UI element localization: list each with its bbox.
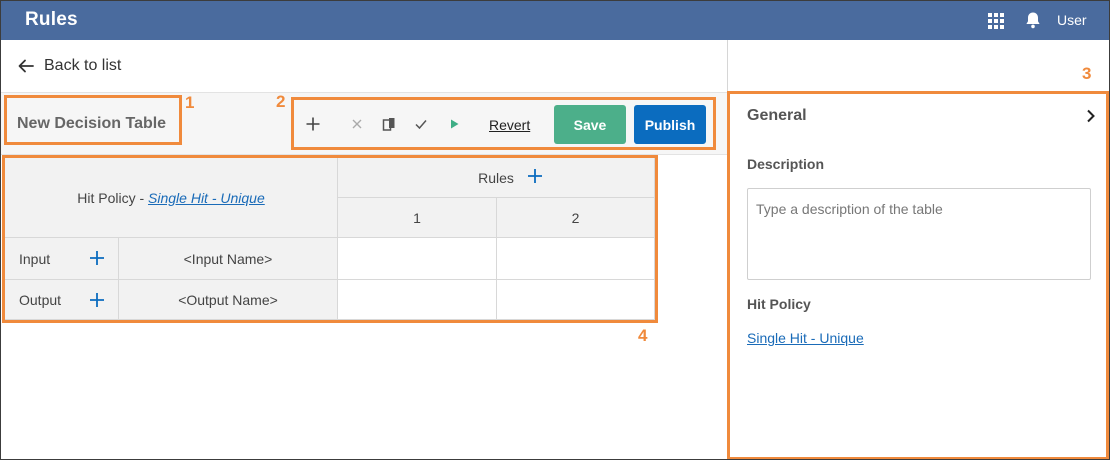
app-window: Rules User Back to list New Decision Tab…	[0, 0, 1110, 460]
save-button[interactable]: Save	[554, 105, 626, 144]
output-row-header: Output	[4, 279, 119, 320]
rules-label: Rules	[478, 169, 514, 186]
output-name-cell[interactable]: <Output Name>	[118, 279, 338, 320]
decision-table-name[interactable]: New Decision Table	[17, 115, 166, 133]
input-name-cell[interactable]: <Input Name>	[118, 237, 338, 280]
hit-policy-label: Hit Policy -	[77, 189, 149, 206]
hit-policy-link[interactable]: Single Hit - Unique	[148, 190, 265, 206]
user-menu[interactable]: User	[1057, 12, 1087, 28]
play-icon[interactable]	[445, 115, 463, 133]
callout-number: 1	[185, 93, 195, 112]
close-icon[interactable]	[348, 115, 366, 133]
output-label: Output	[19, 291, 62, 308]
hit-policy-title: Hit Policy	[747, 296, 811, 312]
back-to-list-label: Back to list	[44, 57, 122, 74]
callout-number: 2	[276, 92, 286, 111]
revert-button[interactable]: Revert	[489, 117, 530, 133]
decision-table: Hit Policy - Single Hit - Unique Rules 1…	[4, 157, 656, 320]
callout-number: 3	[1082, 64, 1092, 83]
input-row-header: Input	[4, 237, 119, 280]
hit-policy-panel-link[interactable]: Single Hit - Unique	[747, 330, 864, 346]
callout-number: 4	[638, 326, 648, 345]
app-title: Rules	[25, 9, 78, 30]
check-icon[interactable]	[412, 115, 430, 133]
description-input[interactable]	[747, 188, 1091, 280]
clipboard-icon[interactable]	[380, 115, 398, 133]
add-icon[interactable]	[304, 115, 322, 133]
description-label: Description	[747, 156, 825, 172]
chevron-right-icon[interactable]	[1085, 109, 1097, 123]
bell-icon[interactable]	[1023, 10, 1043, 30]
rule-column-header[interactable]: 2	[495, 197, 656, 238]
rule-cell[interactable]	[495, 237, 656, 280]
publish-button[interactable]: Publish	[634, 105, 706, 144]
back-to-list-link[interactable]: Back to list	[16, 54, 121, 78]
hit-policy-cell: Hit Policy - Single Hit - Unique	[4, 157, 338, 238]
add-rule-icon[interactable]	[527, 168, 543, 184]
panel-title: General	[747, 107, 807, 124]
add-output-icon[interactable]	[89, 292, 105, 308]
add-input-icon[interactable]	[89, 250, 105, 266]
rule-cell[interactable]	[337, 237, 497, 280]
arrow-left-icon	[18, 59, 34, 73]
rule-cell[interactable]	[495, 279, 656, 320]
top-bar: Rules User	[1, 1, 1109, 40]
rule-cell[interactable]	[337, 279, 497, 320]
rule-column-header[interactable]: 1	[337, 197, 497, 238]
divider	[1, 154, 728, 155]
panel-divider	[727, 40, 728, 459]
apps-grid-icon[interactable]	[988, 13, 1004, 29]
input-label: Input	[19, 250, 51, 267]
rules-header: Rules	[336, 157, 656, 198]
